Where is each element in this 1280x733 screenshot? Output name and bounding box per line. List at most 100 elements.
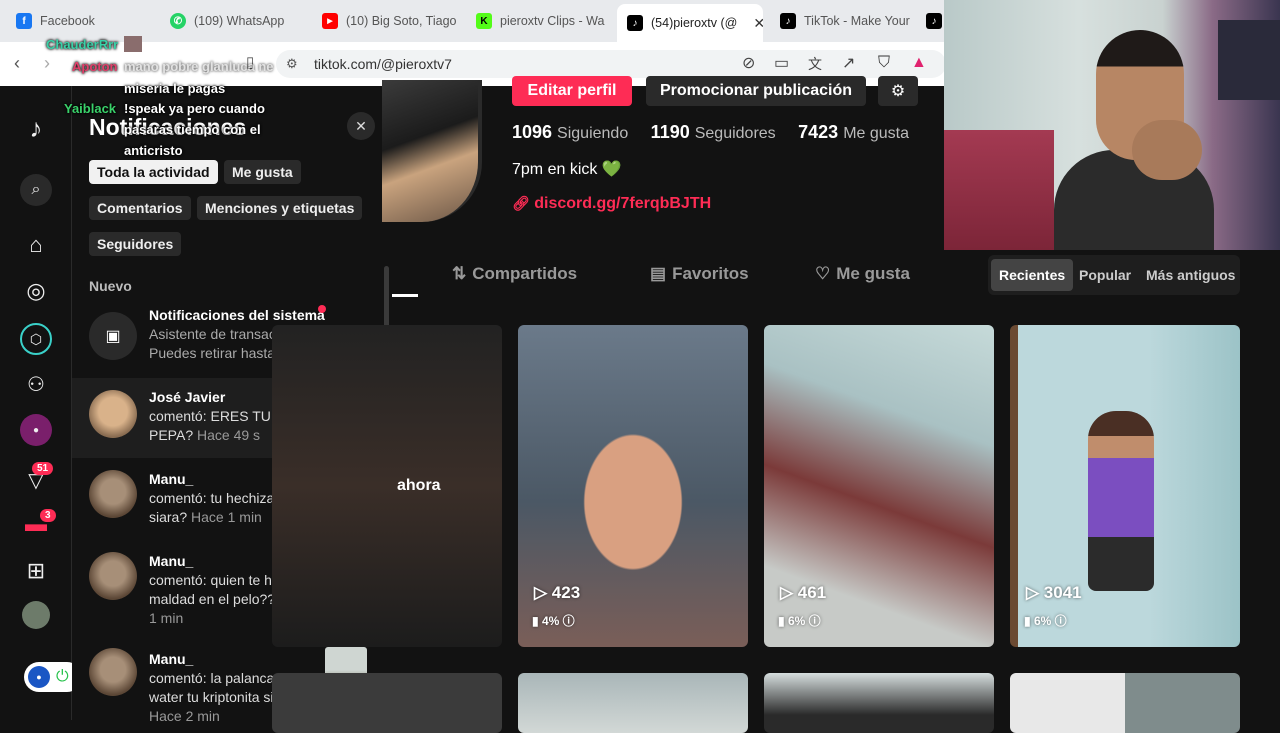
video-card[interactable] bbox=[272, 673, 502, 733]
back-icon[interactable]: ‹ bbox=[14, 54, 20, 72]
person-figure bbox=[1088, 411, 1154, 591]
following-icon[interactable]: ⚇ bbox=[20, 368, 52, 400]
link-icon: 🔗︎ bbox=[512, 195, 530, 211]
video-card[interactable] bbox=[518, 673, 748, 733]
active-tab-indicator bbox=[392, 294, 418, 297]
chat-username: ChauderRrr bbox=[46, 37, 119, 52]
video-card[interactable]: ▷ 3041 ▮ 6% ⓘ bbox=[1010, 325, 1240, 647]
mute-icon[interactable]: ⊘ bbox=[742, 56, 755, 72]
webcam-feed bbox=[944, 0, 1280, 250]
settings-gear-icon[interactable]: ⚙ bbox=[878, 76, 918, 106]
likes-label: Me gusta bbox=[843, 125, 909, 142]
tiktok-icon: ♪ bbox=[627, 15, 643, 31]
webcam-object bbox=[944, 130, 1054, 250]
chat-message: anticristo bbox=[124, 143, 183, 158]
whatsapp-icon: ✆ bbox=[170, 13, 186, 29]
tiktok-sidebar: ♪ ⌕ ⌂ ◎ ⬡ ⚇ ● ▽ 51 ▬ 3 ⊞ ● ⏻ bbox=[0, 86, 82, 720]
tab-kick[interactable]: K pieroxtv Clips - Wa bbox=[466, 6, 614, 36]
chat-message: !speak ya pero cuando bbox=[124, 101, 265, 116]
followers-label: Seguidores bbox=[694, 125, 776, 142]
following-label: Siguiendo bbox=[557, 125, 629, 142]
tab-youtube[interactable]: ▶ (10) Big Soto, Tiago bbox=[312, 6, 462, 36]
avatar bbox=[89, 552, 137, 600]
tab-tiktok-active[interactable]: ♪ (54)pieroxtv (@ ✕ bbox=[617, 4, 763, 42]
view-percentage: ▮ 6% ⓘ bbox=[1024, 614, 1067, 628]
cast-icon[interactable]: ▭ bbox=[774, 56, 789, 72]
video-card[interactable] bbox=[1010, 673, 1240, 733]
section-label: Nuevo bbox=[89, 278, 132, 294]
home-icon[interactable]: ⌂ bbox=[20, 229, 52, 261]
chat-message: miseria le pagas bbox=[124, 81, 226, 96]
url-text: tiktok.com/@pieroxtv7 bbox=[314, 56, 452, 72]
translate-icon[interactable]: 文 bbox=[808, 56, 822, 72]
filter-comments[interactable]: Comentarios bbox=[89, 196, 191, 220]
tiktok-icon: ♪ bbox=[780, 13, 796, 29]
following-count: 1096 bbox=[512, 122, 553, 142]
sort-recent[interactable]: Recientes bbox=[991, 259, 1074, 291]
profile-avatar[interactable] bbox=[22, 601, 50, 629]
sort-popular[interactable]: Popular bbox=[1071, 259, 1139, 291]
video-card[interactable]: ahora bbox=[272, 325, 502, 647]
profile-avatar-large bbox=[382, 80, 482, 222]
view-percentage: ▮ 4% ⓘ bbox=[532, 614, 575, 628]
tab-reposts[interactable]: ⇅ Compartidos bbox=[452, 264, 577, 284]
tab-facebook[interactable]: f Facebook bbox=[6, 6, 156, 36]
activity-badge: 51 bbox=[32, 462, 54, 475]
filter-mentions[interactable]: Menciones y etiquetas bbox=[197, 196, 363, 220]
video-card[interactable]: ▷ 461 ▮ 6% ⓘ bbox=[764, 325, 994, 647]
upload-icon[interactable]: ⊞ bbox=[20, 555, 52, 587]
forward-icon[interactable]: › bbox=[44, 54, 50, 72]
filter-likes[interactable]: Me gusta bbox=[224, 160, 301, 184]
chat-emote bbox=[124, 36, 142, 52]
close-icon[interactable]: ✕ bbox=[347, 112, 375, 140]
filter-followers[interactable]: Seguidores bbox=[89, 232, 182, 256]
avatar bbox=[89, 470, 137, 518]
promote-button[interactable]: Promocionar publicación bbox=[646, 76, 866, 106]
youtube-icon: ▶ bbox=[322, 13, 338, 29]
tab-liked[interactable]: ♡ Me gusta bbox=[815, 264, 910, 284]
url-field[interactable]: ⚙ tiktok.com/@pieroxtv7 ⊘ ▭ 文 ↗ bbox=[276, 50, 946, 78]
profile-bio: 7pm en kick 💚 bbox=[512, 161, 622, 178]
view-percentage: ▮ 6% ⓘ bbox=[778, 614, 821, 628]
play-count: ▷ 3041 bbox=[1026, 583, 1082, 602]
chat-username: Yaiblack bbox=[64, 101, 117, 116]
likes-count: 7423 bbox=[798, 122, 839, 142]
tiktok-icon: ♪ bbox=[926, 13, 942, 29]
avatar bbox=[89, 648, 137, 696]
tab-tiktok-2[interactable]: ♪ TikTok - Make Your bbox=[770, 6, 920, 36]
repost-icon: ⇅ bbox=[452, 264, 467, 283]
search-icon[interactable]: ⌕ bbox=[20, 174, 52, 206]
webcam-person-hand bbox=[1132, 120, 1202, 180]
sort-oldest[interactable]: Más antiguos bbox=[1138, 259, 1243, 291]
live-app-icon[interactable]: ⬡ bbox=[20, 323, 52, 355]
video-overlay-text: ahora bbox=[397, 477, 441, 494]
share-icon[interactable]: ↗ bbox=[842, 56, 855, 72]
profile-stats: 1096 Siguiendo 1190 Seguidores 7423 Me gust… bbox=[512, 122, 909, 143]
close-tab-icon[interactable]: ✕ bbox=[753, 15, 763, 32]
tiktok-logo-icon[interactable]: ♪ bbox=[20, 112, 52, 144]
explore-icon[interactable]: ◎ bbox=[20, 275, 52, 307]
power-icon: ⏻ bbox=[56, 668, 69, 685]
edit-profile-button[interactable]: Editar perfil bbox=[512, 76, 632, 106]
profile-link[interactable]: 🔗︎ discord.gg/7ferqbBJTH bbox=[512, 195, 711, 213]
video-card[interactable]: ▷ 423 ▮ 4% ⓘ bbox=[518, 325, 748, 647]
messages-badge: 3 bbox=[40, 509, 56, 522]
play-count: ▷ 461 bbox=[780, 583, 827, 602]
filter-all-activity[interactable]: Toda la actividad bbox=[89, 160, 218, 184]
tab-favorites[interactable]: ▤ Favoritos bbox=[650, 264, 749, 284]
tab-whatsapp[interactable]: ✆ (109) WhatsApp bbox=[160, 6, 310, 36]
avatar bbox=[89, 390, 137, 438]
video-card[interactable] bbox=[764, 673, 994, 733]
webcam-poster bbox=[1218, 20, 1280, 100]
brave-shield-icon[interactable]: ⛉ bbox=[878, 55, 890, 71]
chat-message: pasaras tiempo con el bbox=[124, 122, 261, 137]
unread-dot bbox=[318, 305, 326, 313]
tab-tiktok-3[interactable]: ♪ bbox=[924, 6, 944, 36]
inbox-icon: ▣ bbox=[89, 312, 137, 360]
brave-rewards-icon[interactable]: ▲ bbox=[911, 55, 927, 71]
followers-count: 1190 bbox=[650, 122, 690, 142]
facebook-icon: f bbox=[16, 13, 32, 29]
live-avatar-icon[interactable]: ● bbox=[20, 414, 52, 446]
play-count: ▷ 423 bbox=[534, 583, 581, 602]
site-settings-icon[interactable]: ⚙ bbox=[286, 56, 298, 72]
